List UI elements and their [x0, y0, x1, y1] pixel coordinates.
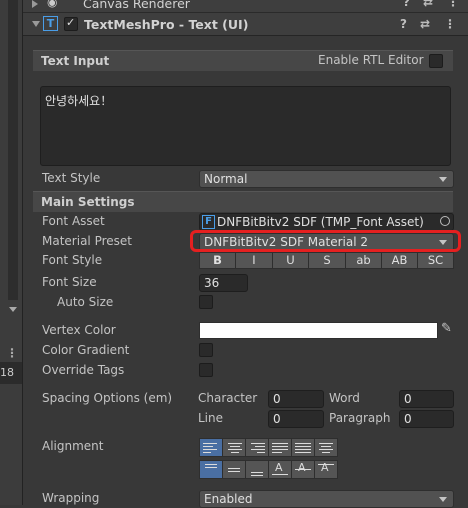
wrapping-label: Wrapping [42, 491, 100, 505]
preset-icon[interactable]: ⇄ [420, 17, 430, 31]
align-middle-icon[interactable] [222, 460, 246, 479]
left-panel: ⋮ 18 [0, 0, 23, 505]
foldout-closed-icon[interactable] [32, 0, 38, 8]
font-asset-value: DNFBitBitv2 SDF (TMP_Font Asset) [217, 215, 424, 229]
text-input-field[interactable]: 안녕하세요！ [40, 86, 451, 166]
line-label: Line [198, 411, 224, 425]
italic-toggle[interactable]: I [235, 252, 273, 269]
align-left-icon[interactable] [199, 438, 223, 457]
menu-icon[interactable]: ⋮ [444, 17, 456, 31]
font-asset-field[interactable]: F DNFBitBitv2 SDF (TMP_Font Asset) [199, 213, 454, 231]
text-style-value: Normal [204, 172, 248, 186]
override-tags-label: Override Tags [42, 363, 125, 377]
character-value: 0 [273, 392, 281, 406]
canvas-renderer-header[interactable]: ◉ Canvas Renderer ? ⇄ ⋮ [23, 0, 468, 13]
override-tags-checkbox[interactable] [199, 363, 213, 377]
horizontal-alignment-group [199, 438, 339, 457]
help-icon[interactable]: ? [403, 0, 410, 9]
scroll-down-icon[interactable] [9, 307, 17, 312]
vertical-alignment-group: AAA [199, 460, 339, 479]
alignment-label: Alignment [42, 439, 104, 453]
align-bottom-icon[interactable] [245, 460, 269, 479]
preset-icon[interactable]: ⇄ [423, 0, 433, 9]
left-number: 18 [0, 366, 14, 379]
uppercase-toggle[interactable]: AB [381, 252, 418, 269]
character-field[interactable]: 0 [268, 390, 324, 408]
text-style-dropdown[interactable]: Normal [199, 170, 454, 188]
align-flush-icon[interactable] [291, 438, 315, 457]
auto-size-label: Auto Size [57, 295, 114, 309]
align-center-icon[interactable] [222, 438, 246, 457]
menu-icon[interactable]: ⋮ [447, 0, 459, 9]
vertex-color-label: Vertex Color [42, 323, 116, 337]
wrapping-dropdown[interactable]: Enabled [199, 490, 454, 508]
text-input-value: 안녕하세요！ [45, 94, 113, 108]
left-number-row: 18 [0, 362, 22, 384]
color-gradient-label: Color Gradient [42, 343, 130, 357]
vertex-color-swatch[interactable] [199, 322, 438, 339]
chevron-down-icon [439, 497, 447, 502]
font-size-field[interactable]: 36 [199, 274, 248, 292]
align-geometry-center-icon[interactable] [314, 438, 338, 457]
text-style-label: Text Style [42, 171, 101, 185]
align-capline-icon[interactable]: A [314, 460, 338, 479]
highlight-annotation [190, 230, 461, 252]
underline-toggle[interactable]: U [272, 252, 309, 269]
character-label: Character [198, 391, 258, 405]
font-size-label: Font Size [42, 275, 97, 289]
auto-size-checkbox[interactable] [199, 295, 213, 309]
paragraph-label: Paragraph [329, 411, 391, 425]
word-value: 0 [404, 392, 412, 406]
lowercase-toggle[interactable]: ab [345, 252, 382, 269]
smallcaps-toggle[interactable]: SC [417, 252, 454, 269]
line-value: 0 [273, 412, 281, 426]
align-midline-icon[interactable]: A [291, 460, 315, 479]
align-baseline-icon[interactable]: A [268, 460, 292, 479]
paragraph-field[interactable]: 0 [399, 410, 454, 428]
font-asset-label: Font Asset [42, 214, 105, 228]
rtl-checkbox[interactable] [429, 54, 443, 68]
main-settings-title: Main Settings [41, 195, 135, 209]
eye-icon: ◉ [47, 0, 58, 9]
font-style-label: Font Style [42, 253, 103, 267]
word-label: Word [329, 391, 360, 405]
object-picker-icon[interactable] [440, 216, 450, 226]
eyedropper-icon[interactable]: ✎ [441, 321, 452, 336]
more-icon[interactable]: ⋮ [6, 346, 18, 360]
color-gradient-checkbox[interactable] [199, 343, 213, 357]
material-preset-label: Material Preset [42, 234, 132, 248]
text-input-section-header: Text Input Enable RTL Editor [33, 50, 453, 71]
spacing-options-label: Spacing Options (em) [42, 391, 173, 405]
paragraph-value: 0 [404, 412, 412, 426]
help-icon[interactable]: ? [400, 17, 407, 31]
word-field[interactable]: 0 [399, 390, 454, 408]
component-enabled-checkbox[interactable] [64, 16, 78, 31]
component-title: TextMeshPro - Text (UI) [84, 17, 249, 32]
strikethrough-toggle[interactable]: S [308, 252, 346, 269]
font-asset-icon: F [202, 215, 215, 229]
text-input-title: Text Input [41, 54, 110, 68]
align-justified-icon[interactable] [268, 438, 292, 457]
bold-toggle[interactable]: B [199, 252, 236, 269]
line-field[interactable]: 0 [268, 410, 324, 428]
component-header[interactable]: T TextMeshPro - Text (UI) ? ⇄ ⋮ [23, 13, 468, 36]
main-settings-section-header: Main Settings [33, 191, 453, 212]
glyph-a-icon: A [275, 461, 283, 474]
align-top-icon[interactable] [199, 460, 223, 479]
glyph-a-icon: A [321, 461, 329, 474]
foldout-open-icon[interactable] [32, 21, 40, 27]
font-size-value: 36 [204, 276, 220, 290]
canvas-renderer-title: Canvas Renderer [83, 0, 190, 11]
tmp-text-icon: T [43, 16, 58, 31]
glyph-a-icon: A [298, 461, 306, 474]
rtl-label: Enable RTL Editor [318, 53, 424, 67]
chevron-down-icon [439, 177, 447, 182]
left-scrollbar[interactable] [8, 0, 18, 300]
align-right-icon[interactable] [245, 438, 269, 457]
